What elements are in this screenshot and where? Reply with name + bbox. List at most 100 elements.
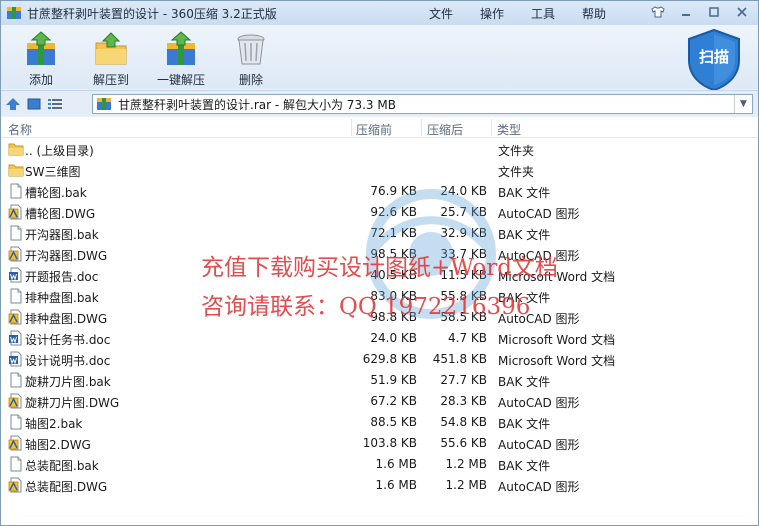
column-divider <box>491 119 492 136</box>
close-button[interactable] <box>730 3 754 21</box>
file-packed-size: 28.3 KB <box>440 394 487 408</box>
file-type: 文件夹 <box>498 144 535 158</box>
file-name: 轴图2.DWG <box>25 438 91 452</box>
column-type[interactable]: 类型 <box>497 121 521 138</box>
dwg-icon <box>8 246 24 262</box>
delete-button[interactable]: 删除 <box>217 31 285 87</box>
file-name: 轴图2.bak <box>25 417 83 431</box>
column-size[interactable]: 压缩前 <box>356 121 392 138</box>
file-name: 排种盘图.DWG <box>25 312 108 326</box>
folder-icon <box>8 162 24 178</box>
file-size: 51.9 KB <box>370 373 417 387</box>
file-row[interactable]: 轴图2.bak 88.5 KB 54.8 KB BAK 文件 <box>1 412 758 433</box>
menu-operation[interactable]: 操作 <box>480 5 531 22</box>
dwg-icon <box>8 309 24 325</box>
file-row[interactable]: 总装配图.DWG 1.6 MB 1.2 MB AutoCAD 图形 <box>1 475 758 496</box>
file-size: 67.2 KB <box>370 394 417 408</box>
file-row[interactable]: 设计说明书.doc 629.8 KB 451.8 KB Microsoft Word … <box>1 349 758 370</box>
file-name: 槽轮图.bak <box>25 186 87 200</box>
file-row[interactable]: 设计任务书.doc 24.0 KB 4.7 KB Microsoft Word 文档 <box>1 328 758 349</box>
close-icon <box>737 7 747 17</box>
path-dropdown-button[interactable]: ▼ <box>734 95 752 113</box>
file-name: 总装配图.DWG <box>25 480 108 494</box>
file-type: Microsoft Word 文档 <box>498 354 616 368</box>
minimize-button[interactable] <box>674 3 698 21</box>
title-bar: 甘蔗整秆剥叶装置的设计 - 360压缩 3.2正式版 文件 操作 工具 帮助 <box>1 1 758 25</box>
column-packed[interactable]: 压缩后 <box>427 121 463 138</box>
maximize-button[interactable] <box>702 3 726 21</box>
one-click-extract-button[interactable]: 一键解压 <box>147 31 215 87</box>
file-icon <box>8 288 24 304</box>
file-type: Microsoft Word 文档 <box>498 333 616 347</box>
dwg-icon <box>8 204 24 220</box>
file-row[interactable]: 轴图2.DWG 103.8 KB 55.6 KB AutoCAD 图形 <box>1 433 758 454</box>
file-row[interactable]: 旋耕刀片图.bak 51.9 KB 27.7 KB BAK 文件 <box>1 370 758 391</box>
file-name: 设计说明书.doc <box>25 354 111 368</box>
list-view-icon <box>48 98 62 109</box>
file-name: 槽轮图.DWG <box>25 207 96 221</box>
file-name: 排种盘图.bak <box>25 291 99 305</box>
file-type: AutoCAD 图形 <box>498 396 580 410</box>
file-name: .. (上级目录) <box>25 144 94 158</box>
menu-bar: 文件 操作 工具 帮助 <box>429 5 633 22</box>
doc-icon <box>8 267 24 283</box>
file-name: 设计任务书.doc <box>25 333 111 347</box>
file-icon <box>8 456 24 472</box>
maximize-icon <box>709 7 719 17</box>
minimize-icon <box>682 14 690 16</box>
scan-label: 扫描 <box>698 48 729 66</box>
add-label: 添加 <box>28 73 53 87</box>
up-level-button[interactable] <box>4 95 22 113</box>
file-name: 开沟器图.DWG <box>25 249 108 263</box>
add-button[interactable]: 添加 <box>7 31 75 87</box>
file-row[interactable]: 总装配图.bak 1.6 MB 1.2 MB BAK 文件 <box>1 454 758 475</box>
file-size: 103.8 KB <box>362 436 417 450</box>
extract-to-button[interactable]: 解压到 <box>77 31 145 87</box>
file-icon <box>8 183 24 199</box>
window-controls <box>646 3 754 21</box>
menu-tools[interactable]: 工具 <box>531 5 582 22</box>
file-packed-size: 1.2 MB <box>445 478 487 492</box>
file-icon <box>8 372 24 388</box>
trash-icon <box>237 34 265 65</box>
file-type: BAK 文件 <box>498 459 551 473</box>
thumbnail-view-button[interactable] <box>25 95 43 113</box>
up-arrow-icon <box>6 97 20 110</box>
file-packed-size: 27.7 KB <box>440 373 487 387</box>
file-row[interactable]: SW三维图 文件夹 <box>1 160 758 181</box>
dwg-icon <box>8 477 24 493</box>
file-type: BAK 文件 <box>498 375 551 389</box>
column-name[interactable]: 名称 <box>8 121 32 138</box>
menu-help[interactable]: 帮助 <box>582 5 633 22</box>
path-field[interactable]: 甘蔗整秆剥叶装置的设计.rar - 解包大小为 73.3 MB ▼ <box>92 94 753 114</box>
skin-button[interactable] <box>646 3 670 21</box>
file-packed-size: 1.2 MB <box>445 457 487 471</box>
one-click-extract-icon <box>167 31 195 65</box>
details-view-button[interactable] <box>46 95 64 113</box>
file-size: 1.6 MB <box>375 478 417 492</box>
one-click-extract-label: 一键解压 <box>156 73 205 87</box>
file-row[interactable]: 旋耕刀片图.DWG 67.2 KB 28.3 KB AutoCAD 图形 <box>1 391 758 412</box>
menu-file[interactable]: 文件 <box>429 5 480 22</box>
app-window: 甘蔗整秆剥叶装置的设计 - 360压缩 3.2正式版 文件 操作 工具 帮助 添… <box>0 0 759 526</box>
file-type: AutoCAD 图形 <box>498 480 580 494</box>
dwg-icon <box>8 393 24 409</box>
file-name: 总装配图.bak <box>25 459 99 473</box>
file-packed-size: 55.6 KB <box>440 436 487 450</box>
extract-folder-icon <box>95 32 127 65</box>
scan-button[interactable]: 扫描 <box>685 28 743 92</box>
window-title: 甘蔗整秆剥叶装置的设计 - 360压缩 3.2正式版 <box>27 6 277 21</box>
file-size: 629.8 KB <box>362 352 417 366</box>
file-type: 文件夹 <box>498 165 535 179</box>
doc-icon <box>8 351 24 367</box>
file-size: 88.5 KB <box>370 415 417 429</box>
delete-label: 删除 <box>238 73 263 87</box>
dwg-icon <box>8 435 24 451</box>
shirt-icon <box>651 6 665 18</box>
extract-to-label: 解压到 <box>92 73 129 87</box>
folder-icon <box>8 141 24 157</box>
file-row[interactable]: .. (上级目录) 文件夹 <box>1 139 758 160</box>
column-divider <box>421 119 422 136</box>
file-name: SW三维图 <box>25 165 81 179</box>
watermark-contact: 咨询请联系：QQ 1972216396 <box>201 294 531 320</box>
